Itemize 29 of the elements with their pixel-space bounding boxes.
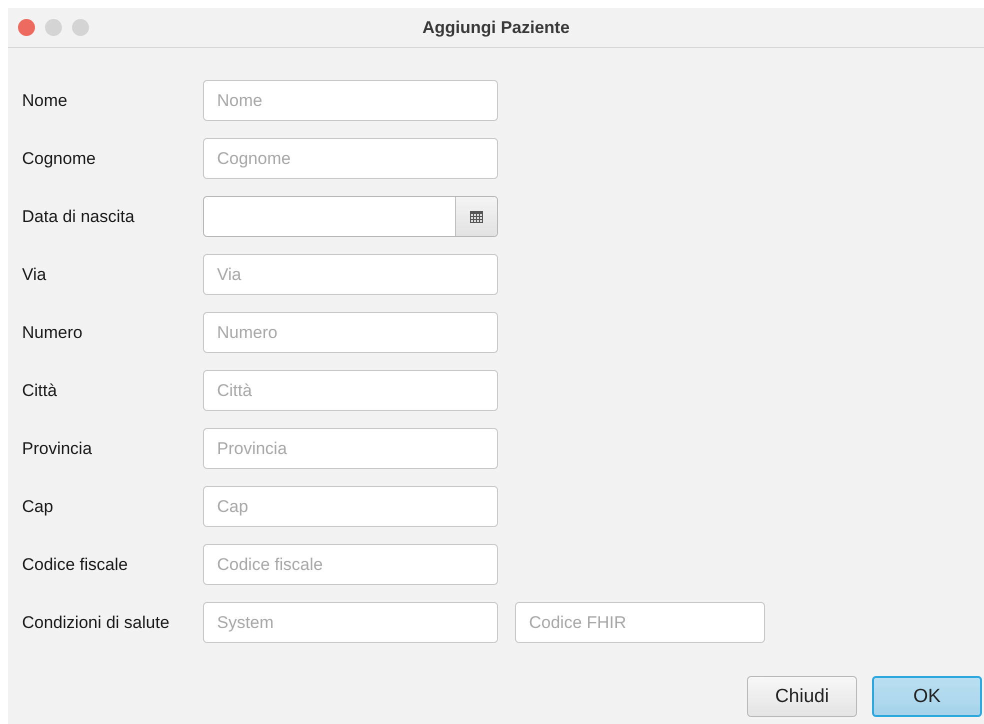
text-field[interactable]: Codice fiscale — [203, 544, 498, 585]
field-label: Cap — [22, 496, 54, 516]
text-field[interactable]: Nome — [203, 80, 498, 121]
text-field[interactable]: Cap — [203, 486, 498, 527]
text-field[interactable]: Via — [203, 254, 498, 295]
field-label: Data di nascita — [22, 206, 136, 226]
field-label: Codice fiscale — [22, 554, 129, 574]
text-field[interactable]: Provincia — [203, 428, 498, 469]
text-field[interactable]: System — [203, 602, 498, 643]
text-field[interactable]: Codice FHIR — [515, 602, 765, 643]
date-field[interactable] — [203, 196, 498, 237]
window-control-button[interactable] — [72, 19, 89, 36]
text-field[interactable]: Numero — [203, 312, 498, 353]
text-field[interactable]: Città — [203, 370, 498, 411]
close-dialog-button[interactable]: Chiudi — [747, 676, 857, 717]
window-control-button[interactable] — [45, 19, 62, 36]
field-label: Provincia — [22, 438, 93, 458]
field-label: Città — [22, 380, 58, 400]
field-label: Via — [22, 264, 48, 284]
field-label: Nome — [22, 90, 68, 110]
field-label: Cognome — [22, 148, 97, 168]
field-label: Numero — [22, 322, 84, 342]
calendar-icon — [470, 210, 483, 222]
window-control-button[interactable] — [18, 19, 35, 36]
calendar-button[interactable] — [455, 197, 497, 236]
window-title: Aggiungi Paziente — [422, 18, 570, 36]
ok-button[interactable]: OK — [872, 676, 982, 717]
field-label: Condizioni di salute — [22, 612, 170, 632]
text-field[interactable]: Cognome — [203, 138, 498, 179]
